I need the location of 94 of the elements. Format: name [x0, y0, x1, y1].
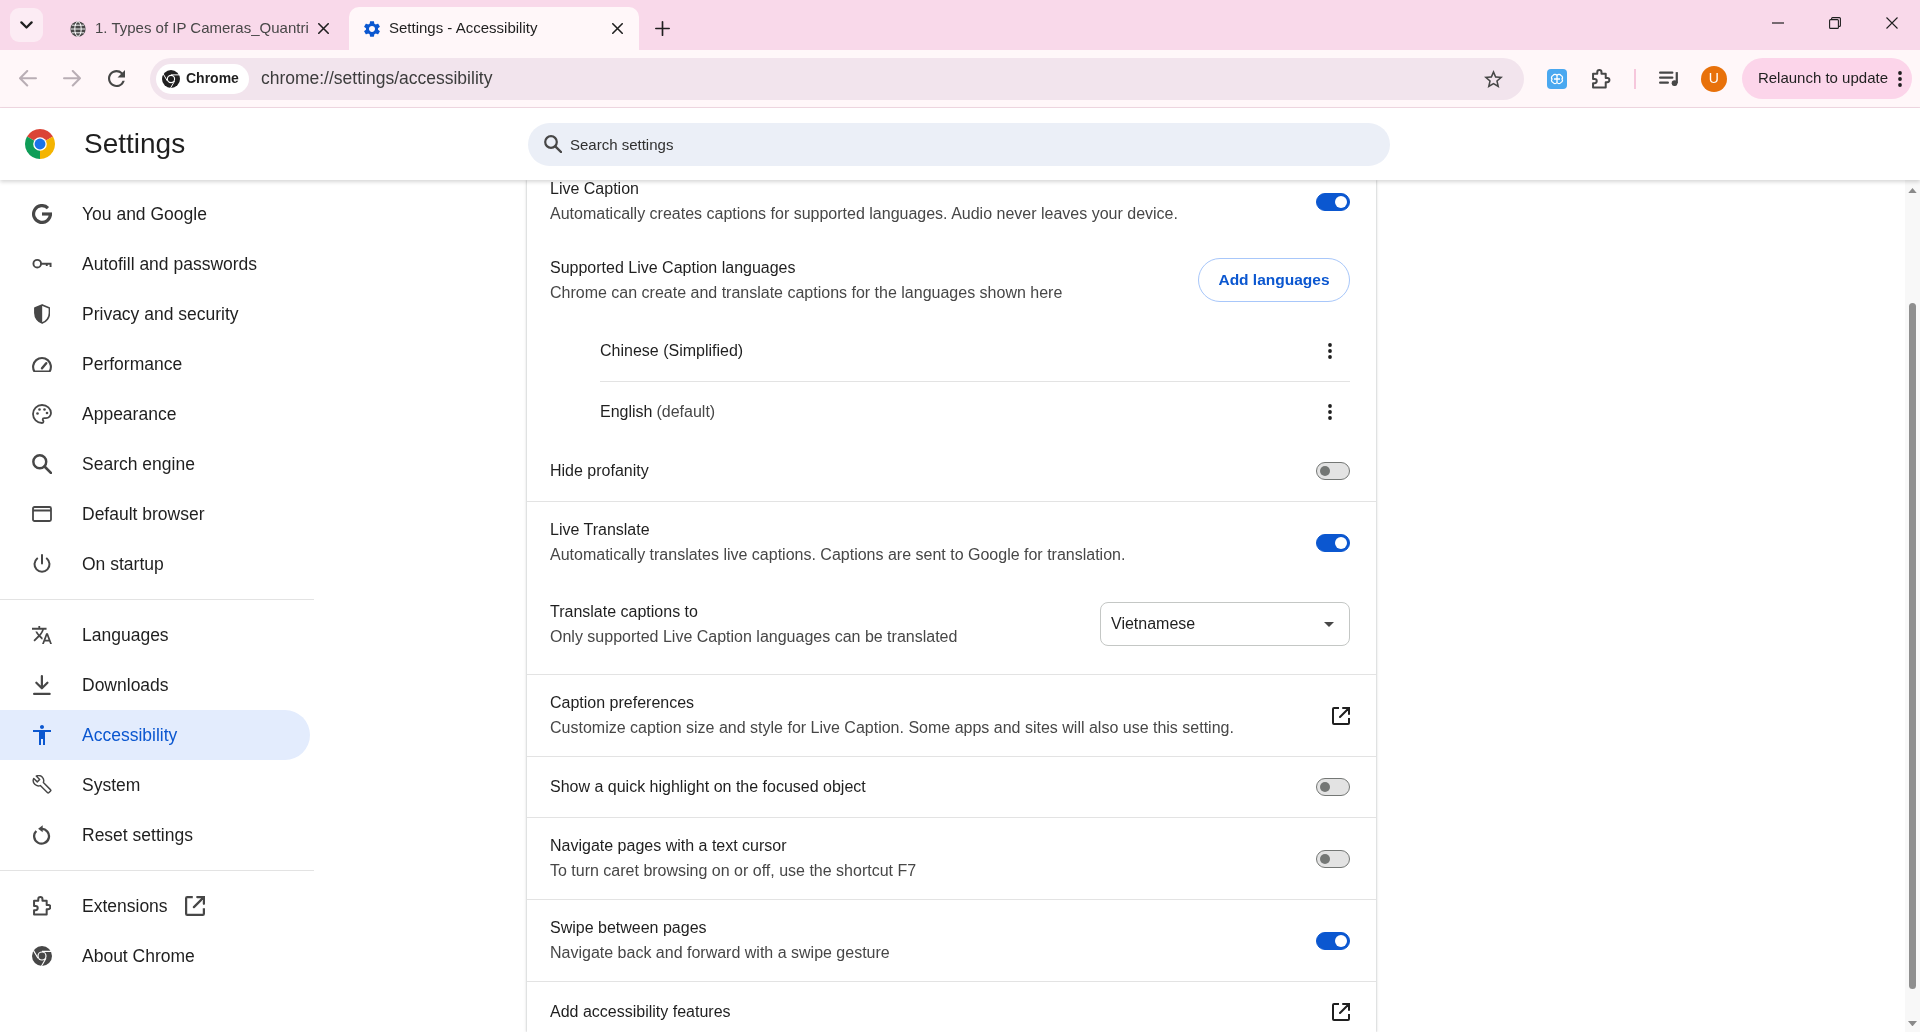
setting-description: To turn caret browsing on or off, use the shortcut F7 — [550, 862, 918, 880]
sidebar-item[interactable]: Search engine — [0, 439, 310, 489]
sidebar-item[interactable]: Performance — [0, 339, 310, 389]
accessibility-icon — [33, 725, 51, 745]
kebab-menu-icon[interactable] — [1328, 343, 1332, 359]
sidebar-item[interactable]: Default browser — [0, 489, 310, 539]
scroll-down-icon[interactable] — [1908, 1020, 1917, 1026]
setting-title: Caption preferences — [550, 694, 696, 712]
language-name: Chinese (Simplified) — [600, 341, 744, 361]
browser-tab[interactable]: 1. Types of IP Cameras_Quantri — [55, 7, 345, 50]
toggle-switch[interactable] — [1316, 931, 1350, 950]
toggle-switch[interactable] — [1316, 778, 1350, 796]
sidebar-item[interactable]: About Chrome — [0, 931, 310, 981]
toggle-switch[interactable] — [1316, 192, 1350, 211]
scrollbar[interactable] — [1905, 180, 1920, 1032]
wrench-icon — [32, 775, 52, 795]
brain-tile-icon[interactable] — [1546, 68, 1567, 89]
language-name: English — [600, 401, 653, 422]
window-icon — [32, 506, 52, 522]
address-bar[interactable]: Chrome chrome://settings/accessibility — [150, 57, 1524, 100]
sidebar-item[interactable]: You and Google — [0, 189, 310, 239]
sidebar-item[interactable]: Accessibility — [0, 710, 310, 760]
toggle-switch[interactable] — [1316, 849, 1350, 868]
search-icon — [32, 454, 52, 474]
default-label: (default) — [656, 401, 716, 422]
close-icon[interactable] — [612, 23, 623, 34]
minimize-icon[interactable] — [1771, 22, 1784, 24]
tab-list-button[interactable] — [10, 8, 43, 42]
browser-logo-icon — [25, 129, 55, 159]
palette-icon — [32, 404, 52, 424]
sidebar-item[interactable]: Reset settings — [0, 810, 310, 860]
reset-icon — [33, 825, 51, 845]
sidebar-item[interactable]: Extensions — [0, 881, 310, 931]
key-icon — [32, 258, 52, 270]
toggle-switch[interactable] — [1316, 533, 1350, 552]
shield-icon — [33, 304, 51, 324]
translate-icon — [32, 625, 52, 645]
sidebar-item[interactable]: Languages — [0, 610, 310, 660]
setting-title: Live Translate — [550, 521, 651, 539]
sidebar-item[interactable]: Privacy and security — [0, 289, 310, 339]
restore-icon[interactable] — [1828, 17, 1841, 29]
setting-title: Swipe between pages — [550, 919, 708, 937]
setting-title: Show a quick highlight on the focused object — [550, 778, 867, 796]
setting-description: Automatically creates captions for supported languages. Audio never leaves your device. — [550, 205, 1179, 223]
browser-tab[interactable]: Settings - Accessibility — [349, 7, 639, 50]
sidebar-item[interactable]: System — [0, 760, 310, 810]
download-icon — [33, 675, 51, 695]
scroll-up-icon[interactable] — [1908, 188, 1917, 194]
setting-description: Chrome can create and translate captions for the languages shown here — [550, 283, 1064, 302]
toggle-switch[interactable] — [1316, 462, 1350, 480]
gauge-icon — [32, 355, 52, 373]
search-field[interactable]: Search settings — [528, 122, 1390, 166]
browser-logo-icon — [162, 69, 180, 88]
setting-title: Add accessibility features — [550, 1003, 732, 1021]
gear-icon — [364, 20, 380, 37]
setting-title: Translate captions to — [550, 602, 699, 621]
bookmark-star-icon[interactable] — [1483, 69, 1503, 88]
scrollbar-thumb[interactable] — [1909, 303, 1916, 990]
setting-title: Supported Live Caption languages — [550, 258, 797, 277]
setting-description: Customize caption size and style for Live Caption. Some apps and sites will also use this setting. — [550, 719, 1235, 737]
sidebar-item[interactable]: Autofill and passwords — [0, 239, 310, 289]
external-link-icon[interactable] — [1332, 706, 1350, 725]
browser-logo-icon — [32, 946, 52, 966]
kebab-menu-icon[interactable] — [1328, 403, 1332, 420]
chevron-down-icon — [20, 20, 33, 30]
kebab-menu-icon — [1898, 70, 1902, 87]
setting-title: Live Caption — [550, 180, 640, 198]
setting-title: Navigate pages with a text cursor — [550, 837, 788, 855]
external-link-icon[interactable] — [1332, 1003, 1350, 1021]
close-icon[interactable] — [1885, 17, 1898, 29]
puzzle-icon — [32, 896, 52, 916]
globe-icon — [70, 20, 86, 37]
g-letter-icon — [32, 204, 52, 224]
reload-icon[interactable] — [107, 70, 125, 87]
sidebar-item[interactable]: On startup — [0, 539, 310, 589]
language-dropdown[interactable]: Vietnamese — [1100, 602, 1350, 646]
setting-description: Only supported Live Caption languages can be translated — [550, 627, 959, 646]
setting-description: Navigate back and forward with a swipe gesture — [550, 944, 891, 962]
add-languages-button[interactable]: Add languages — [1198, 258, 1350, 302]
close-icon[interactable] — [317, 23, 329, 34]
power-icon — [33, 554, 51, 574]
plus-icon[interactable] — [655, 21, 670, 36]
page-title: Settings — [84, 127, 186, 161]
setting-title: Hide profanity — [550, 462, 650, 480]
sidebar-item[interactable]: Appearance — [0, 389, 310, 439]
caret-down-icon — [1324, 621, 1334, 627]
search-icon — [544, 135, 562, 153]
site-chip[interactable]: Chrome — [156, 63, 249, 94]
sidebar-item[interactable]: Downloads — [0, 660, 310, 710]
music-queue-icon[interactable] — [1658, 70, 1679, 87]
external-link-icon[interactable] — [184, 896, 205, 916]
relaunch-button[interactable]: Relaunch to update — [1741, 58, 1912, 99]
puzzle-icon[interactable] — [1592, 68, 1612, 89]
setting-description: Automatically translates live captions. Captions are sent to Google for translation. — [550, 546, 1127, 564]
